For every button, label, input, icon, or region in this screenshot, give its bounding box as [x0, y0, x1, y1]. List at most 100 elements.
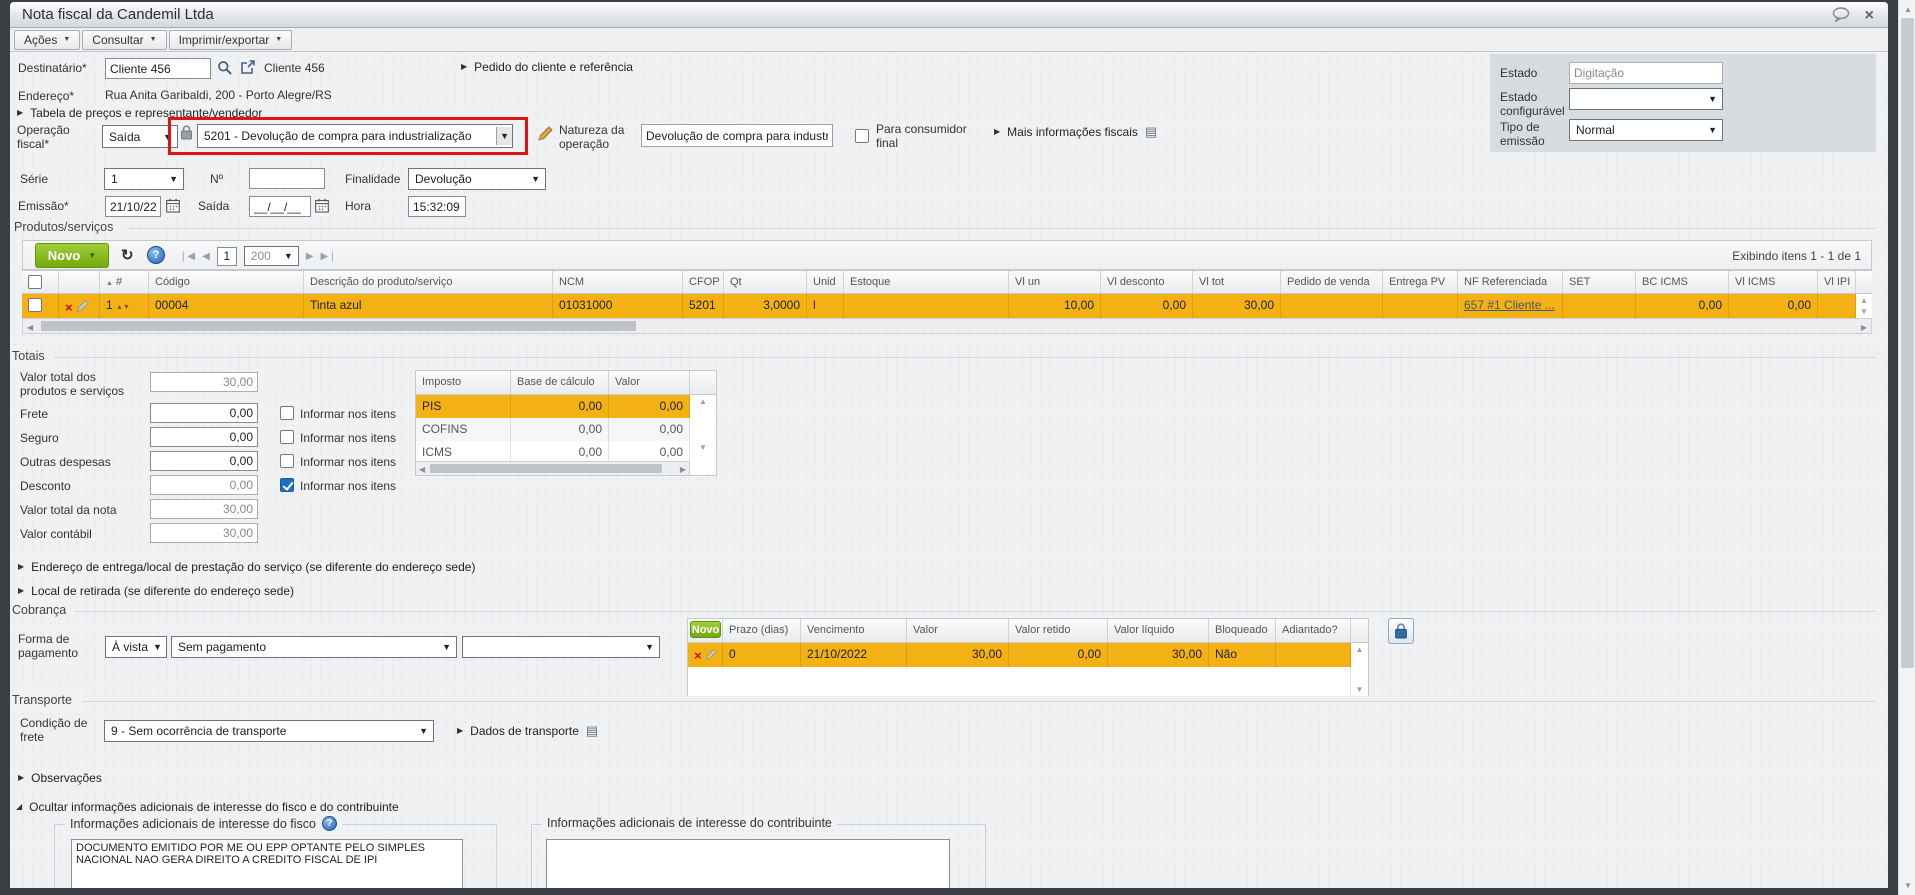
- hscroll-thumb[interactable]: [41, 321, 636, 331]
- menu-imprimir-exportar[interactable]: Imprimir/exportar ▼: [168, 29, 293, 50]
- help-icon[interactable]: ?: [147, 246, 165, 264]
- toggle-observacoes[interactable]: ▶ Observações: [18, 771, 102, 785]
- col-valor[interactable]: Valor: [609, 371, 690, 395]
- col-bloqueado[interactable]: Bloqueado: [1209, 619, 1276, 643]
- emissao-input[interactable]: [105, 196, 161, 217]
- menu-acoes[interactable]: Ações ▼: [14, 29, 81, 50]
- menu-consultar[interactable]: Consultar ▼: [82, 29, 167, 50]
- search-icon[interactable]: [217, 60, 233, 79]
- outras-despesas-input[interactable]: [150, 451, 258, 471]
- imposto-row-pis[interactable]: PIS 0,00 0,00 ▲: [416, 395, 716, 418]
- toggle-pedido-cliente[interactable]: ▶ Pedido do cliente e referência: [461, 60, 633, 74]
- col-descricao[interactable]: Descrição do produto/serviço: [304, 270, 553, 294]
- lock-parcelas-button[interactable]: [1388, 618, 1414, 644]
- nf-referenciada-link[interactable]: 657 #1 Cliente ...: [1464, 298, 1555, 312]
- scroll-left-icon[interactable]: ◀: [27, 323, 33, 332]
- impostos-hscrollbar[interactable]: ◀ ▶: [416, 461, 690, 475]
- hscroll-thumb[interactable]: [430, 464, 662, 473]
- contribuinte-textarea[interactable]: [546, 839, 950, 888]
- page-scrollbar[interactable]: ▲ ▼: [1898, 0, 1915, 895]
- natureza-operacao-input[interactable]: [641, 124, 833, 147]
- consumidor-final-checkbox[interactable]: [855, 129, 869, 143]
- novo-parcela-button[interactable]: Novo: [690, 621, 721, 638]
- col-imposto[interactable]: Imposto: [416, 371, 511, 395]
- table-row[interactable]: × 1 ▲▼ 00004 Tinta azul 01031000 5201 3,…: [22, 294, 1872, 318]
- help-icon[interactable]: ?: [321, 816, 337, 831]
- operacao-tipo-select[interactable]: Saída ▼: [102, 125, 178, 148]
- forma-tipo-select[interactable]: À vista ▼: [105, 636, 167, 658]
- vertical-scrollbar[interactable]: ▲: [690, 395, 716, 418]
- col-order[interactable]: ▲ #: [100, 270, 149, 294]
- scroll-right-icon[interactable]: ▶: [1861, 323, 1867, 332]
- col-estoque[interactable]: Estoque: [844, 270, 1009, 294]
- toggle-ocultar-info-adicionais[interactable]: ◢ Ocultar informações adicionais de inter…: [16, 800, 399, 814]
- calendar-icon[interactable]: [315, 198, 329, 213]
- move-up-icon[interactable]: ▲: [116, 304, 123, 311]
- select-all-header[interactable]: [22, 270, 59, 294]
- toggle-endereco-entrega[interactable]: ▶ Endereço de entrega/local de prestação …: [18, 560, 475, 574]
- vertical-scrollbar[interactable]: ▼: [690, 441, 716, 464]
- scroll-down-icon[interactable]: ▼: [699, 443, 707, 452]
- numero-input[interactable]: [249, 168, 325, 189]
- edit-pencil-icon[interactable]: [705, 648, 717, 663]
- seguro-input[interactable]: [150, 427, 258, 447]
- col-valor-retido[interactable]: Valor retido: [1009, 619, 1108, 643]
- calendar-icon[interactable]: [166, 198, 180, 213]
- col-entrega-pv[interactable]: Entrega PV: [1383, 270, 1458, 294]
- scroll-down-icon[interactable]: ▼: [1860, 307, 1868, 316]
- scrollbar-track[interactable]: [690, 418, 716, 441]
- page-number-input[interactable]: [216, 246, 237, 266]
- close-icon[interactable]: ×: [1865, 8, 1874, 24]
- destinatario-input[interactable]: [105, 58, 211, 79]
- scroll-up-icon[interactable]: ▲: [1356, 645, 1364, 654]
- page-size-select[interactable]: 200 ▼: [243, 246, 299, 266]
- vertical-scrollbar[interactable]: ▲: [1351, 643, 1368, 667]
- forma-extra-select[interactable]: ▼: [462, 636, 660, 658]
- col-nf-referenciada[interactable]: NF Referenciada: [1458, 270, 1563, 294]
- col-codigo[interactable]: Código: [149, 270, 304, 294]
- first-page-icon[interactable]: ❘◀: [179, 251, 195, 262]
- frete-input[interactable]: [150, 403, 258, 423]
- seguro-informar-checkbox[interactable]: [280, 430, 294, 444]
- vertical-scrollbar[interactable]: ▲ ▼: [1856, 294, 1872, 318]
- refresh-icon[interactable]: ↻: [121, 246, 134, 264]
- col-unid[interactable]: Unid: [807, 270, 844, 294]
- comment-icon[interactable]: [1832, 7, 1851, 25]
- delete-icon[interactable]: ×: [694, 648, 702, 663]
- col-set[interactable]: SET: [1563, 270, 1636, 294]
- select-all-checkbox[interactable]: [28, 275, 42, 289]
- col-vl-icms[interactable]: Vl ICMS: [1729, 270, 1818, 294]
- col-pedido-venda[interactable]: Pedido de venda: [1281, 270, 1383, 294]
- vertical-scrollbar[interactable]: ▼: [1351, 667, 1368, 696]
- forma-pagamento-select[interactable]: Sem pagamento ▼: [171, 636, 457, 658]
- col-vl-tot[interactable]: Vl tot: [1193, 270, 1281, 294]
- toggle-dados-transporte[interactable]: ▶ Dados de transporte ▤: [457, 724, 598, 738]
- condicao-frete-select[interactable]: 9 - Sem ocorrência de transporte ▼: [104, 720, 434, 742]
- operacao-cfop-select[interactable]: 5201 - Devolução de compra para industri…: [197, 124, 513, 148]
- imposto-row-cofins[interactable]: COFINS 0,00 0,00: [416, 418, 716, 441]
- table-row[interactable]: × 0 21/10/2022 30,00 0,00 30,00 Não ▲: [688, 643, 1368, 667]
- col-valor-liquido[interactable]: Valor líquido: [1108, 619, 1209, 643]
- col-qt[interactable]: Qt: [724, 270, 807, 294]
- col-vl-desconto[interactable]: Vl desconto: [1101, 270, 1193, 294]
- col-ncm[interactable]: NCM: [553, 270, 683, 294]
- col-vencimento[interactable]: Vencimento: [801, 619, 907, 643]
- page-scroll-thumb[interactable]: [1901, 18, 1914, 668]
- serie-select[interactable]: 1 ▼: [104, 168, 184, 190]
- novo-produto-button[interactable]: Novo ▼: [35, 243, 109, 268]
- row-checkbox[interactable]: [28, 298, 42, 312]
- move-down-icon[interactable]: ▼: [123, 304, 130, 311]
- pencil-icon[interactable]: [537, 125, 554, 145]
- scroll-up-icon[interactable]: ▲: [1860, 296, 1868, 305]
- toggle-mais-informacoes-fiscais[interactable]: ▶ Mais informações fiscais ▤: [994, 125, 1157, 139]
- tipo-emissao-select[interactable]: Normal ▼: [1569, 119, 1723, 141]
- scroll-left-icon[interactable]: ◀: [419, 465, 425, 474]
- frete-informar-checkbox[interactable]: [280, 406, 294, 420]
- saida-data-input[interactable]: [249, 196, 311, 217]
- hora-input[interactable]: [408, 196, 466, 217]
- finalidade-select[interactable]: Devolução ▼: [408, 168, 546, 190]
- scroll-up-icon[interactable]: ▲: [699, 397, 707, 406]
- col-adiantado[interactable]: Adiantado?: [1276, 619, 1351, 643]
- fisco-textarea[interactable]: DOCUMENTO EMITIDO POR ME OU EPP OPTANTE …: [71, 839, 463, 888]
- scroll-right-icon[interactable]: ▶: [680, 465, 686, 474]
